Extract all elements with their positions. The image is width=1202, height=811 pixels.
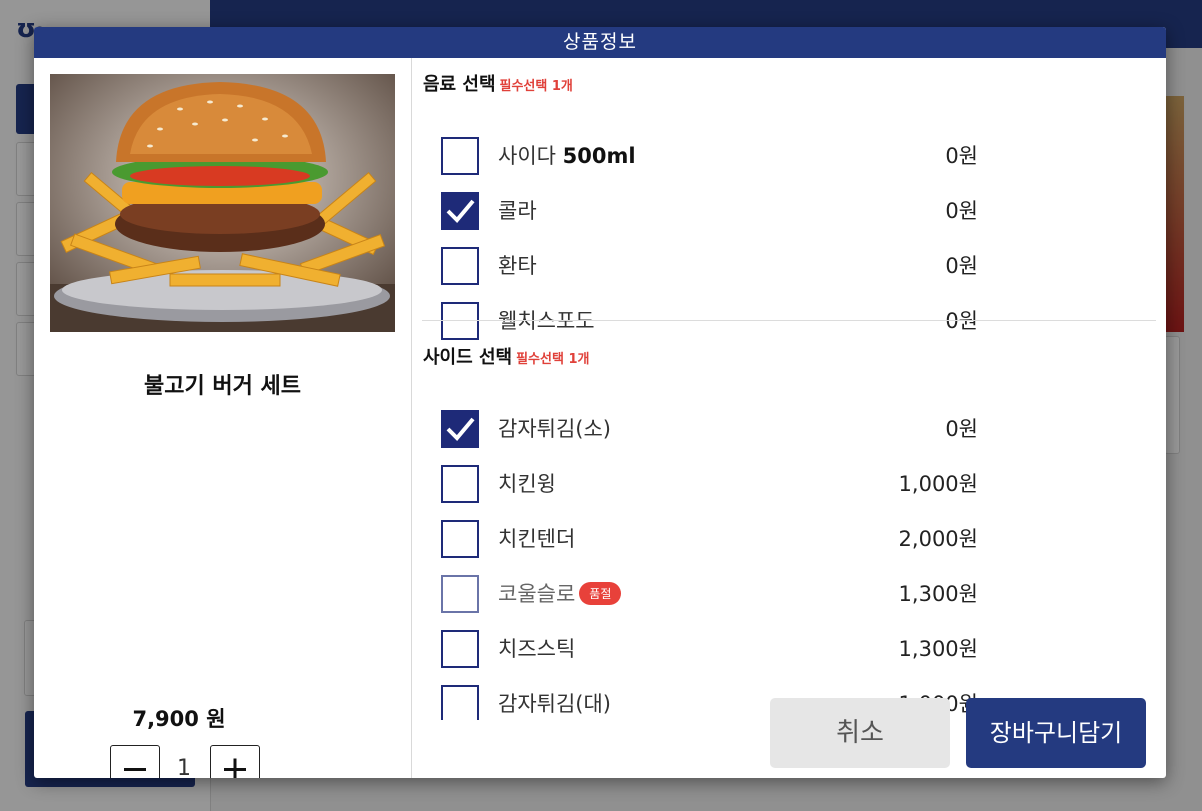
option-row-side[interactable]: 감자튀김(소) 0원 bbox=[412, 404, 1166, 454]
section-title-text: 음료 선택 bbox=[423, 74, 496, 95]
option-checkbox[interactable] bbox=[441, 302, 479, 340]
required-label: 필수선택 1개 bbox=[516, 352, 590, 367]
option-label: 치즈스틱 bbox=[498, 637, 576, 661]
product-summary-pane: 불고기 버거 세트 7,900 원 1 bbox=[34, 58, 412, 778]
minus-icon bbox=[124, 768, 146, 771]
option-checkbox[interactable] bbox=[441, 247, 479, 285]
option-price: 0원 bbox=[945, 417, 978, 441]
option-label: 콜라 bbox=[498, 199, 537, 223]
plus-icon bbox=[224, 758, 246, 778]
checkmark-icon bbox=[446, 199, 475, 223]
option-checkbox-disabled bbox=[441, 575, 479, 613]
option-price: 1,000원 bbox=[898, 472, 978, 496]
option-label: 감자튀김(대) bbox=[498, 692, 611, 716]
option-row-drink[interactable]: 환타 0원 bbox=[412, 241, 1166, 291]
option-checkbox[interactable] bbox=[441, 192, 479, 230]
option-label: 치킨텐더 bbox=[498, 527, 576, 551]
option-checkbox[interactable] bbox=[441, 630, 479, 668]
option-price: 0원 bbox=[945, 254, 978, 278]
option-price: 1,300원 bbox=[898, 637, 978, 661]
option-row-side[interactable]: 치킨윙 1,000원 bbox=[412, 459, 1166, 509]
cancel-button[interactable]: 취소 bbox=[770, 698, 950, 768]
drink-section-title: 음료 선택 필수선택 1개 bbox=[423, 70, 573, 96]
option-row-drink[interactable]: 사이다 500ml 0원 bbox=[412, 131, 1166, 181]
option-row-side[interactable]: 치즈스틱 1,300원 bbox=[412, 624, 1166, 674]
quantity-value: 1 bbox=[177, 756, 191, 778]
required-label: 필수선택 1개 bbox=[499, 79, 573, 94]
section-title-text: 사이드 선택 bbox=[423, 347, 513, 368]
checkmark-icon bbox=[446, 417, 475, 441]
option-price: 0원 bbox=[945, 199, 978, 223]
burger-set-photo-icon bbox=[50, 74, 395, 332]
option-row-drink[interactable]: 콜라 0원 bbox=[412, 186, 1166, 236]
sold-out-badge: 품절 bbox=[579, 581, 622, 605]
section-divider bbox=[422, 320, 1156, 321]
option-label: 감자튀김(소) bbox=[498, 417, 611, 441]
quantity-increase-button[interactable] bbox=[210, 745, 260, 778]
option-price: 2,000원 bbox=[898, 527, 978, 551]
option-checkbox[interactable] bbox=[441, 410, 479, 448]
product-info-modal: 상품정보 불고기 버거 세트 7,900 원 1 음료 선택 필수선택 1개 사… bbox=[34, 27, 1166, 778]
option-checkbox[interactable] bbox=[441, 137, 479, 175]
option-price: 1,300원 bbox=[898, 582, 978, 606]
options-pane[interactable]: 음료 선택 필수선택 1개 사이다 500ml 0원 콜라 0원 환타 0원 웰치… bbox=[412, 58, 1166, 720]
modal-title: 상품정보 bbox=[34, 27, 1166, 58]
option-checkbox[interactable] bbox=[441, 520, 479, 558]
option-label: 사이다 500ml bbox=[498, 144, 636, 168]
option-price: 0원 bbox=[945, 144, 978, 168]
side-section-title: 사이드 선택 필수선택 1개 bbox=[423, 343, 589, 369]
option-label: 치킨윙 bbox=[498, 472, 556, 496]
option-row-side[interactable]: 치킨텐더 2,000원 bbox=[412, 514, 1166, 564]
option-label: 코울슬로 품절 bbox=[498, 578, 622, 608]
product-price: 7,900 원 bbox=[132, 707, 226, 731]
option-label: 환타 bbox=[498, 254, 537, 278]
option-checkbox[interactable] bbox=[441, 685, 479, 720]
product-name: 불고기 버거 세트 bbox=[144, 374, 301, 399]
add-to-cart-button[interactable]: 장바구니담기 bbox=[966, 698, 1146, 768]
option-row-side-sold-out: 코울슬로 품절 1,300원 bbox=[412, 569, 1166, 619]
option-checkbox[interactable] bbox=[441, 465, 479, 503]
quantity-decrease-button[interactable] bbox=[110, 745, 160, 778]
option-row-drink[interactable]: 웰치스포도 0원 bbox=[412, 296, 1166, 346]
